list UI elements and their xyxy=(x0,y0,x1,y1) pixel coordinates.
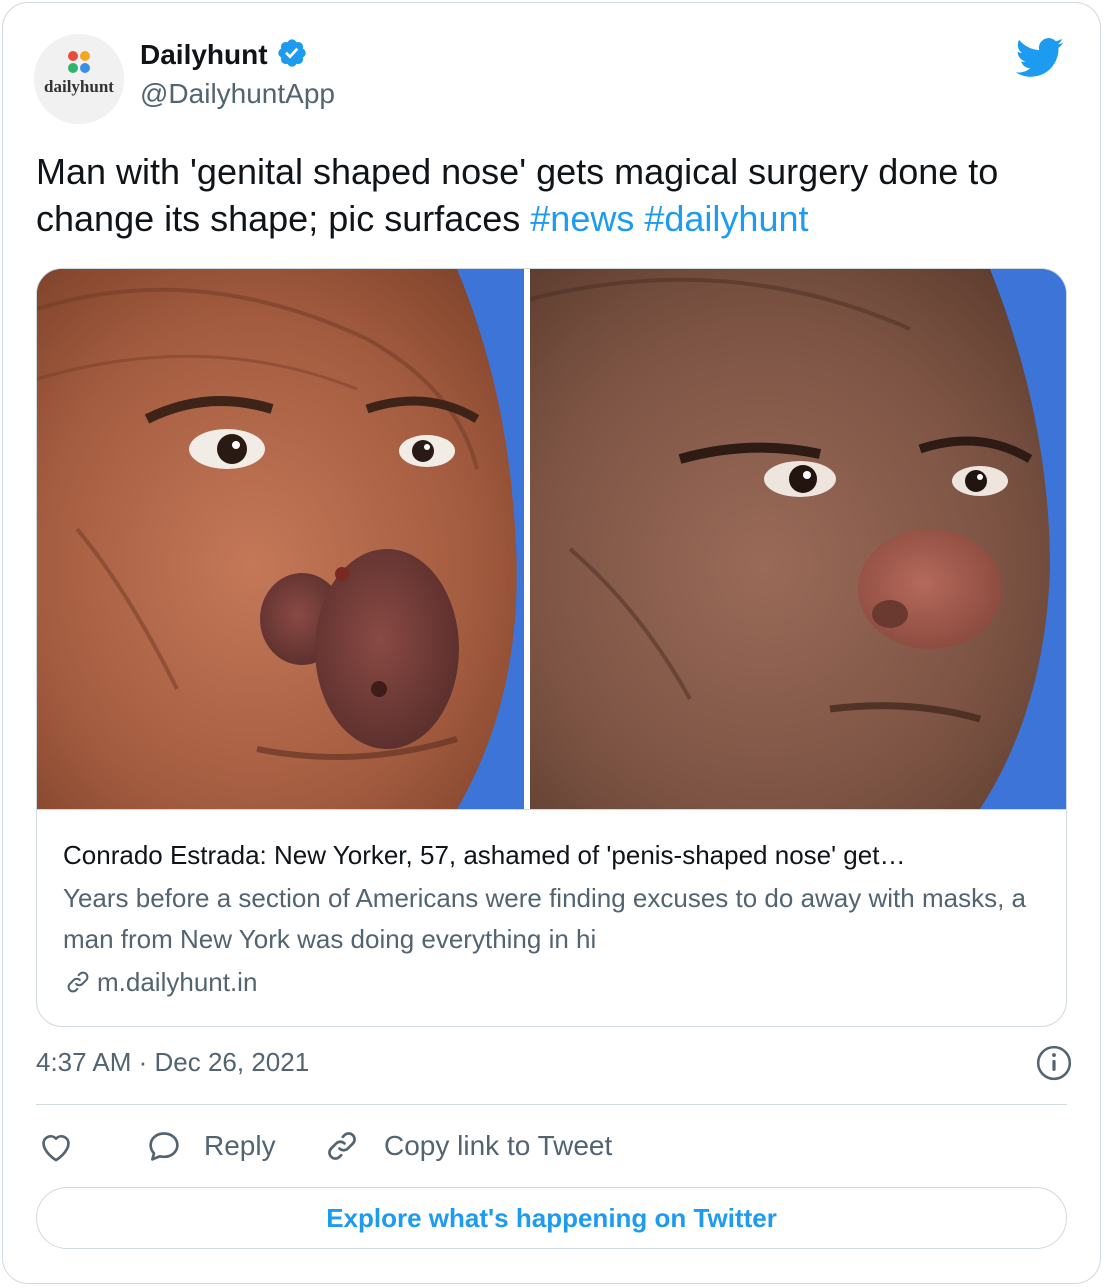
author-display-name[interactable]: Dailyhunt xyxy=(140,36,268,74)
reply-bubble-icon xyxy=(149,1132,179,1161)
link-card-domain-text: m.dailyhunt.in xyxy=(97,967,258,997)
reply-button[interactable]: Reply xyxy=(144,1120,276,1172)
author-handle[interactable]: @DailyhuntApp xyxy=(140,74,335,114)
copy-link-button[interactable]: Copy link to Tweet xyxy=(322,1120,612,1172)
link-card-description: Years before a section of Americans were… xyxy=(63,883,1026,954)
avatar[interactable]: dailyhunt xyxy=(34,34,124,124)
link-card-domain[interactable]: m.dailyhunt.in xyxy=(63,962,1040,1002)
copy-link-label: Copy link to Tweet xyxy=(384,1130,613,1161)
verified-badge-icon xyxy=(278,39,306,67)
twitter-bird-icon[interactable] xyxy=(1016,38,1064,78)
info-icon[interactable] xyxy=(1035,1044,1073,1082)
link-icon xyxy=(67,971,89,993)
tweet-header: dailyhunt Dailyhunt @DailyhuntApp xyxy=(34,34,1064,126)
hashtag-news[interactable]: #news xyxy=(530,198,634,239)
tweet-body: Man with 'genital shaped nose' gets magi… xyxy=(36,151,999,239)
preview-images[interactable] xyxy=(37,269,1066,809)
explore-twitter-button[interactable]: Explore what's happening on Twitter xyxy=(36,1187,1067,1249)
dailyhunt-logo: dailyhunt xyxy=(34,34,124,124)
author-block[interactable]: Dailyhunt @DailyhuntApp xyxy=(140,36,335,114)
tweet-actions: Reply Copy link to Tweet xyxy=(36,1120,1067,1172)
reply-label: Reply xyxy=(204,1130,276,1161)
tweet-timestamp[interactable]: 4:37 AM · Dec 26, 2021 xyxy=(36,1044,309,1080)
after-photo-illustration xyxy=(530,269,1066,809)
avatar-text: dailyhunt xyxy=(44,77,114,96)
link-card-title[interactable]: Conrado Estrada: New Yorker, 57, ashamed… xyxy=(63,838,1043,872)
divider xyxy=(36,1104,1067,1105)
like-button[interactable] xyxy=(36,1120,76,1172)
tweet-text: Man with 'genital shaped nose' gets magi… xyxy=(36,148,1076,242)
hashtag-dailyhunt[interactable]: #dailyhunt xyxy=(644,198,808,239)
link-card-meta[interactable]: Conrado Estrada: New Yorker, 57, ashamed… xyxy=(37,809,1066,1026)
before-photo[interactable] xyxy=(37,269,524,809)
before-photo-illustration xyxy=(37,269,524,809)
after-photo[interactable] xyxy=(530,269,1066,809)
link-preview-card[interactable]: Conrado Estrada: New Yorker, 57, ashamed… xyxy=(36,268,1067,1027)
link-icon xyxy=(328,1132,356,1160)
heart-icon xyxy=(42,1134,70,1162)
